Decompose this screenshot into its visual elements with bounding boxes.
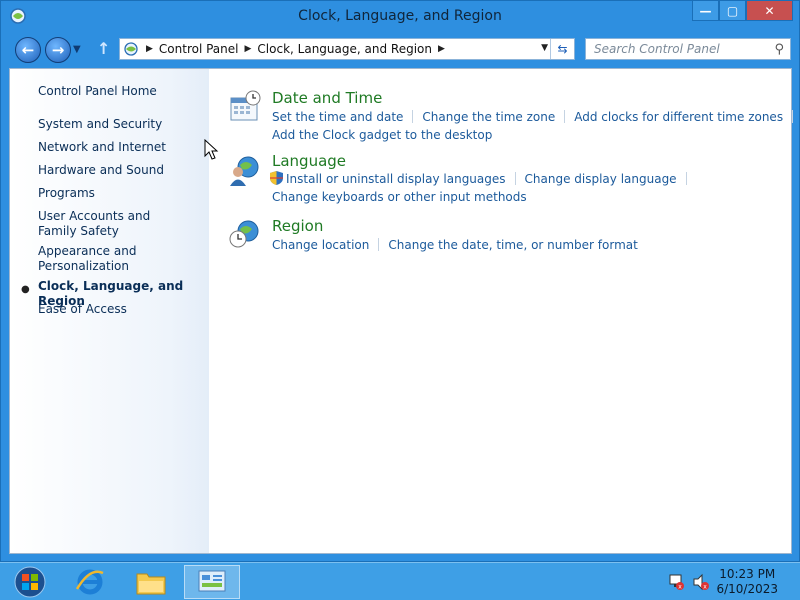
back-arrow-icon: ← bbox=[21, 41, 35, 59]
link-change-keyboards[interactable]: Change keyboards or other input methods bbox=[272, 190, 527, 204]
calendar-clock-icon bbox=[230, 90, 261, 121]
chevron-right-icon[interactable]: ▶ bbox=[245, 44, 252, 54]
link-separator bbox=[412, 110, 414, 123]
taskbar: x x 10:23 PM 6/10/2023 bbox=[0, 562, 800, 600]
search-input[interactable]: Search Control Panel ⚲ bbox=[585, 38, 791, 60]
content-area: Control Panel Home System and Security N… bbox=[9, 68, 794, 554]
sidebar-item-hardware-sound[interactable]: Hardware and Sound bbox=[38, 163, 208, 178]
breadcrumb-clock-language-region[interactable]: Clock, Language, and Region bbox=[257, 42, 432, 56]
link-separator bbox=[792, 110, 794, 123]
title-bar[interactable]: Clock, Language, and Region — ▢ ✕ bbox=[1, 1, 799, 33]
control-panel-icon bbox=[124, 42, 138, 56]
language-links-row: Install or uninstall display languages Ch… bbox=[270, 171, 696, 186]
caption-buttons: — ▢ ✕ bbox=[692, 1, 793, 22]
network-status-icon[interactable]: x bbox=[667, 573, 685, 591]
svg-text:x: x bbox=[703, 584, 707, 591]
internet-explorer-icon bbox=[75, 569, 104, 595]
svg-text:x: x bbox=[678, 584, 682, 591]
volume-muted-icon[interactable]: x bbox=[692, 573, 710, 591]
link-change-date-time-number-format[interactable]: Change the date, time, or number format bbox=[388, 238, 637, 252]
link-set-time-date[interactable]: Set the time and date bbox=[272, 110, 403, 124]
link-change-location[interactable]: Change location bbox=[272, 238, 369, 252]
sidebar-item-control-panel-home[interactable]: Control Panel Home bbox=[38, 84, 208, 99]
date-time-links-row: Set the time and date Change the time zon… bbox=[272, 110, 800, 124]
refresh-button[interactable]: ⇆ bbox=[550, 39, 574, 59]
back-button[interactable]: ← bbox=[15, 37, 41, 63]
search-placeholder: Search Control Panel bbox=[594, 42, 720, 56]
close-button[interactable]: ✕ bbox=[746, 1, 793, 21]
taskbar-file-explorer[interactable] bbox=[123, 565, 179, 599]
globe-people-icon bbox=[230, 156, 259, 186]
clock-date: 6/10/2023 bbox=[716, 582, 778, 596]
region-links-row: Change location Change the date, time, or… bbox=[272, 238, 638, 252]
link-separator bbox=[378, 238, 380, 251]
sidebar: Control Panel Home System and Security N… bbox=[10, 69, 209, 553]
start-button[interactable] bbox=[2, 565, 58, 599]
link-separator bbox=[685, 172, 687, 185]
taskbar-control-panel[interactable] bbox=[184, 565, 240, 599]
region-title[interactable]: Region bbox=[272, 217, 323, 235]
forward-button[interactable]: → bbox=[45, 37, 71, 63]
sidebar-item-appearance[interactable]: Appearance and Personalization bbox=[38, 244, 148, 274]
navigation-bar: ← → ▼ ↑ ▶ Control Panel ▶ Clock, Languag… bbox=[9, 34, 791, 64]
search-icon[interactable]: ⚲ bbox=[774, 40, 784, 60]
taskbar-clock[interactable]: 10:23 PM 6/10/2023 bbox=[716, 567, 778, 597]
date-time-links-row-2: Add the Clock gadget to the desktop bbox=[272, 128, 492, 142]
language-links-row-2: Change keyboards or other input methods bbox=[272, 190, 527, 204]
link-change-time-zone[interactable]: Change the time zone bbox=[422, 110, 555, 124]
clock-time: 10:23 PM bbox=[719, 567, 776, 581]
language-title[interactable]: Language bbox=[272, 152, 346, 170]
forward-arrow-icon: → bbox=[51, 41, 65, 59]
maximize-button[interactable]: ▢ bbox=[719, 1, 746, 21]
shield-icon bbox=[270, 171, 283, 185]
folder-icon bbox=[136, 573, 166, 595]
breadcrumb-control-panel[interactable]: Control Panel bbox=[159, 42, 239, 56]
link-add-clock-gadget[interactable]: Add the Clock gadget to the desktop bbox=[272, 128, 492, 142]
recent-pages-dropdown[interactable]: ▼ bbox=[73, 44, 81, 55]
up-button[interactable]: ↑ bbox=[97, 39, 110, 58]
chevron-right-icon[interactable]: ▶ bbox=[438, 44, 445, 54]
globe-clock-icon bbox=[229, 220, 259, 248]
minimize-button[interactable]: — bbox=[692, 1, 719, 21]
address-dropdown-icon[interactable]: ▼ bbox=[541, 43, 548, 53]
link-separator bbox=[564, 110, 566, 123]
sidebar-item-ease-of-access[interactable]: Ease of Access bbox=[38, 302, 208, 317]
active-item-bullet: ● bbox=[21, 284, 30, 295]
sidebar-item-network-internet[interactable]: Network and Internet bbox=[38, 140, 208, 155]
sidebar-item-programs[interactable]: Programs bbox=[38, 186, 208, 201]
mouse-cursor-icon bbox=[204, 139, 219, 160]
link-change-display-language[interactable]: Change display language bbox=[525, 172, 677, 186]
control-panel-taskbar-icon bbox=[198, 570, 226, 592]
chevron-right-icon[interactable]: ▶ bbox=[146, 44, 153, 54]
link-separator bbox=[514, 172, 516, 185]
window-title: Clock, Language, and Region bbox=[298, 8, 502, 24]
sidebar-item-system-security[interactable]: System and Security bbox=[38, 117, 208, 132]
taskbar-internet-explorer[interactable] bbox=[62, 565, 118, 599]
sidebar-item-user-accounts[interactable]: User Accounts and Family Safety bbox=[38, 209, 188, 239]
control-panel-window: Clock, Language, and Region — ▢ ✕ ← → ▼ … bbox=[0, 0, 800, 562]
windows-start-icon bbox=[14, 566, 46, 598]
address-bar[interactable]: ▶ Control Panel ▶ Clock, Language, and R… bbox=[119, 38, 575, 60]
link-add-clocks[interactable]: Add clocks for different time zones bbox=[574, 110, 783, 124]
link-install-display-languages[interactable]: Install or uninstall display languages bbox=[286, 172, 506, 186]
date-time-title[interactable]: Date and Time bbox=[272, 89, 382, 107]
